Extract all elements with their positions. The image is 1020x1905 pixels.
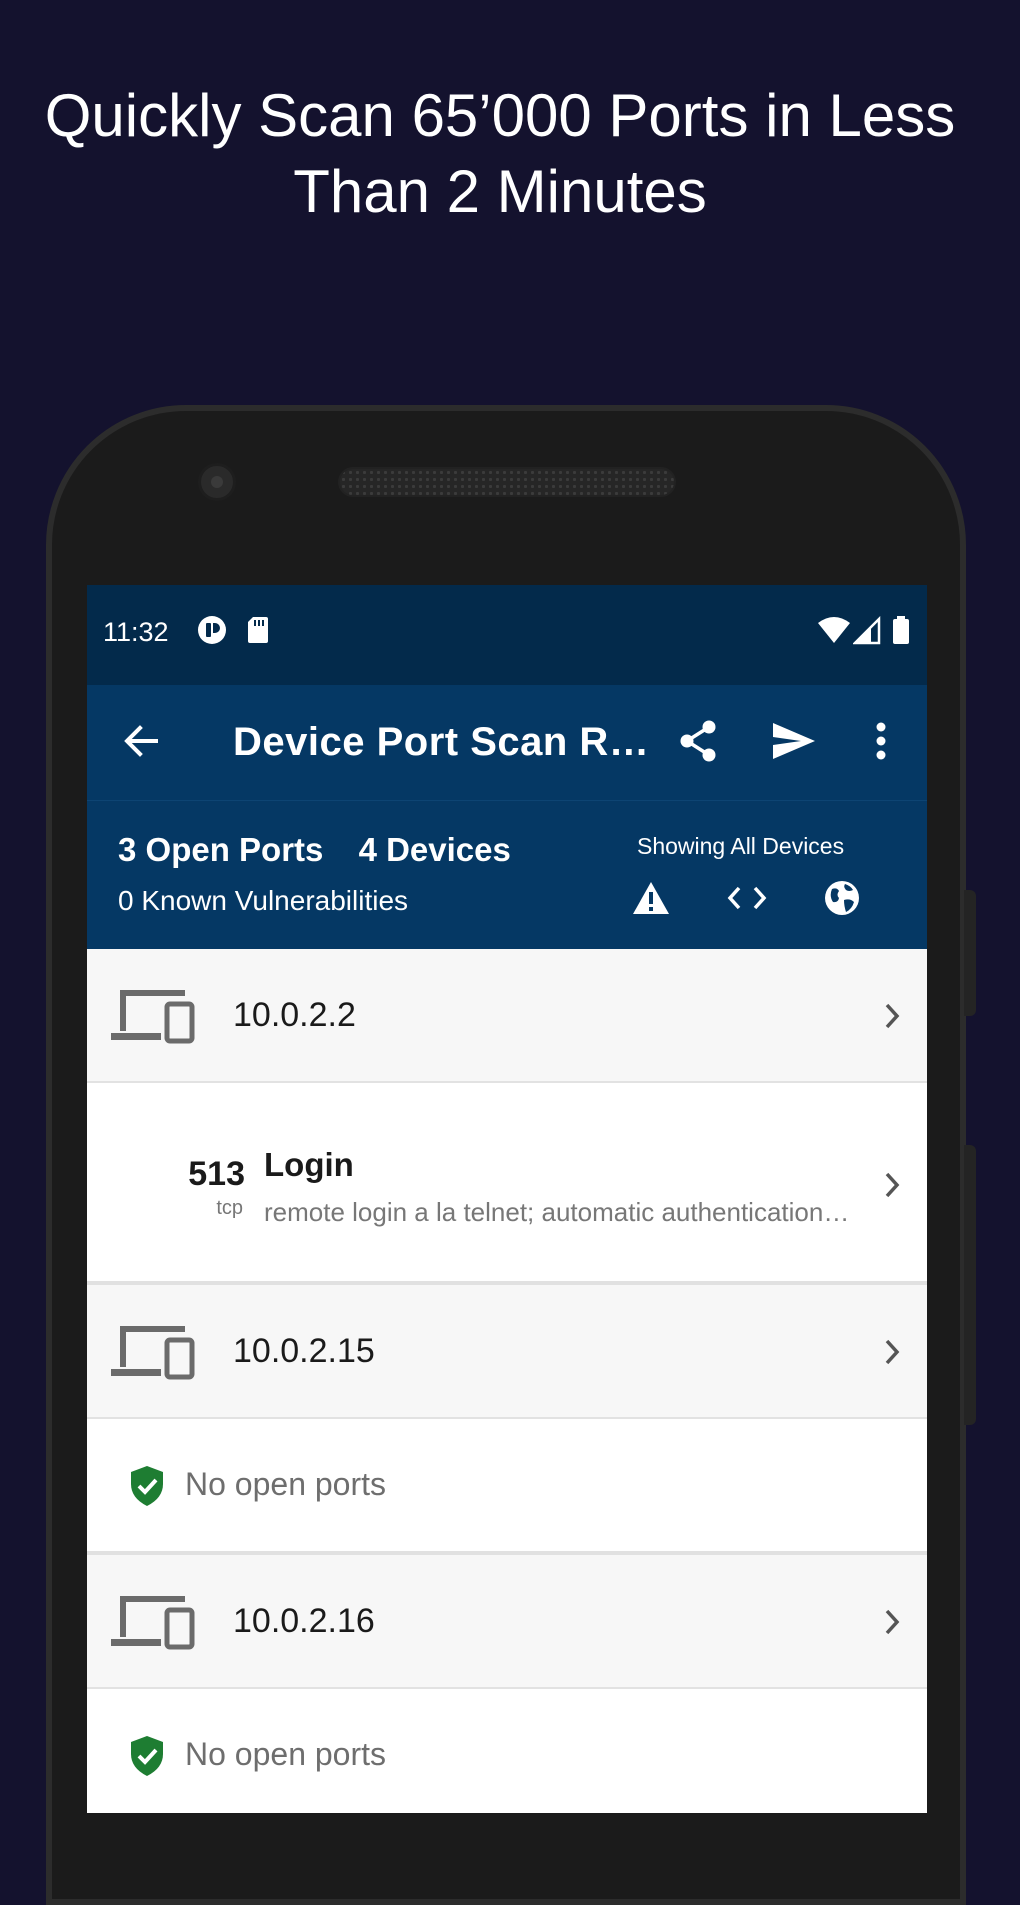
port-description: remote login a la telnet; automatic auth… [264, 1197, 854, 1227]
globe-icon [824, 880, 860, 921]
showing-filter-label: Showing All Devices [637, 833, 845, 859]
device-row[interactable]: 10.0.2.16 [87, 1555, 927, 1689]
code-icon [727, 885, 767, 916]
app-bar: Device Port Scan R… [87, 685, 927, 801]
promo-headline: Quickly Scan 65’000 Ports in Less Than 2… [0, 78, 1000, 230]
devices-icon [111, 1593, 195, 1656]
more-options-button[interactable] [851, 713, 911, 773]
port-row[interactable]: 513 tcp Login remote login a la telnet; … [87, 1083, 927, 1285]
earpiece-speaker [338, 467, 676, 497]
status-bar: 11:32 [87, 585, 927, 685]
phone-side-button-bottom [964, 1145, 976, 1425]
filter-globe-button[interactable] [816, 874, 868, 926]
chevron-right-icon [879, 1165, 905, 1205]
scan-summary: 3 Open Ports 4 Devices 0 Known Vulnerabi… [87, 801, 927, 949]
page-title: Device Port Scan R… [233, 720, 650, 764]
port-protocol: tcp [216, 1197, 243, 1219]
sd-card-icon [246, 615, 270, 650]
devices-icon [111, 1323, 195, 1386]
no-open-ports-row: No open ports [87, 1689, 927, 1813]
no-open-ports-row: No open ports [87, 1419, 927, 1555]
share-icon [677, 720, 719, 767]
device-ip: 10.0.2.2 [233, 996, 356, 1034]
chevron-right-icon [879, 996, 905, 1036]
shield-check-icon [129, 1465, 165, 1512]
warning-icon [632, 881, 670, 920]
headline-line-2: Than 2 Minutes [293, 158, 707, 225]
devices-count: 4 Devices [358, 831, 511, 868]
vulnerabilities-count: 0 Known Vulnerabilities [118, 885, 409, 916]
port-number: 513 [188, 1155, 245, 1193]
device-row[interactable]: 10.0.2.15 [87, 1285, 927, 1419]
phone-side-button-top [964, 890, 976, 1016]
chevron-right-icon [879, 1602, 905, 1642]
back-arrow-icon [122, 722, 160, 765]
headline-line-1: Quickly Scan 65’000 Ports in Less [44, 82, 956, 149]
front-camera [198, 463, 236, 501]
summary-counts: 3 Open Ports 4 Devices [118, 831, 511, 869]
share-button[interactable] [668, 713, 728, 773]
no-open-ports-text: No open ports [185, 1466, 387, 1502]
device-ip: 10.0.2.16 [233, 1602, 375, 1640]
filter-vulnerabilities-button[interactable] [625, 874, 677, 926]
phone-screen: 11:32 Device Port Scan R… 3 Open Ports 4… [87, 585, 927, 1813]
devices-icon [111, 987, 195, 1050]
back-button[interactable] [111, 713, 171, 773]
device-row[interactable]: 10.0.2.2 [87, 949, 927, 1083]
notification-app-icon [197, 615, 227, 650]
filter-code-button[interactable] [721, 874, 773, 926]
chevron-right-icon [879, 1332, 905, 1372]
send-icon [771, 721, 817, 766]
device-ip: 10.0.2.15 [233, 1332, 375, 1370]
send-button[interactable] [764, 713, 824, 773]
status-time: 11:32 [103, 617, 169, 647]
no-open-ports-text: No open ports [185, 1736, 387, 1772]
wifi-icon [817, 615, 851, 650]
open-ports-count: 3 Open Ports [118, 831, 324, 868]
battery-icon [892, 615, 910, 650]
port-service-name: Login [264, 1146, 354, 1183]
cell-signal-icon [851, 615, 881, 650]
shield-check-icon [129, 1735, 165, 1782]
more-vert-icon [875, 722, 887, 765]
